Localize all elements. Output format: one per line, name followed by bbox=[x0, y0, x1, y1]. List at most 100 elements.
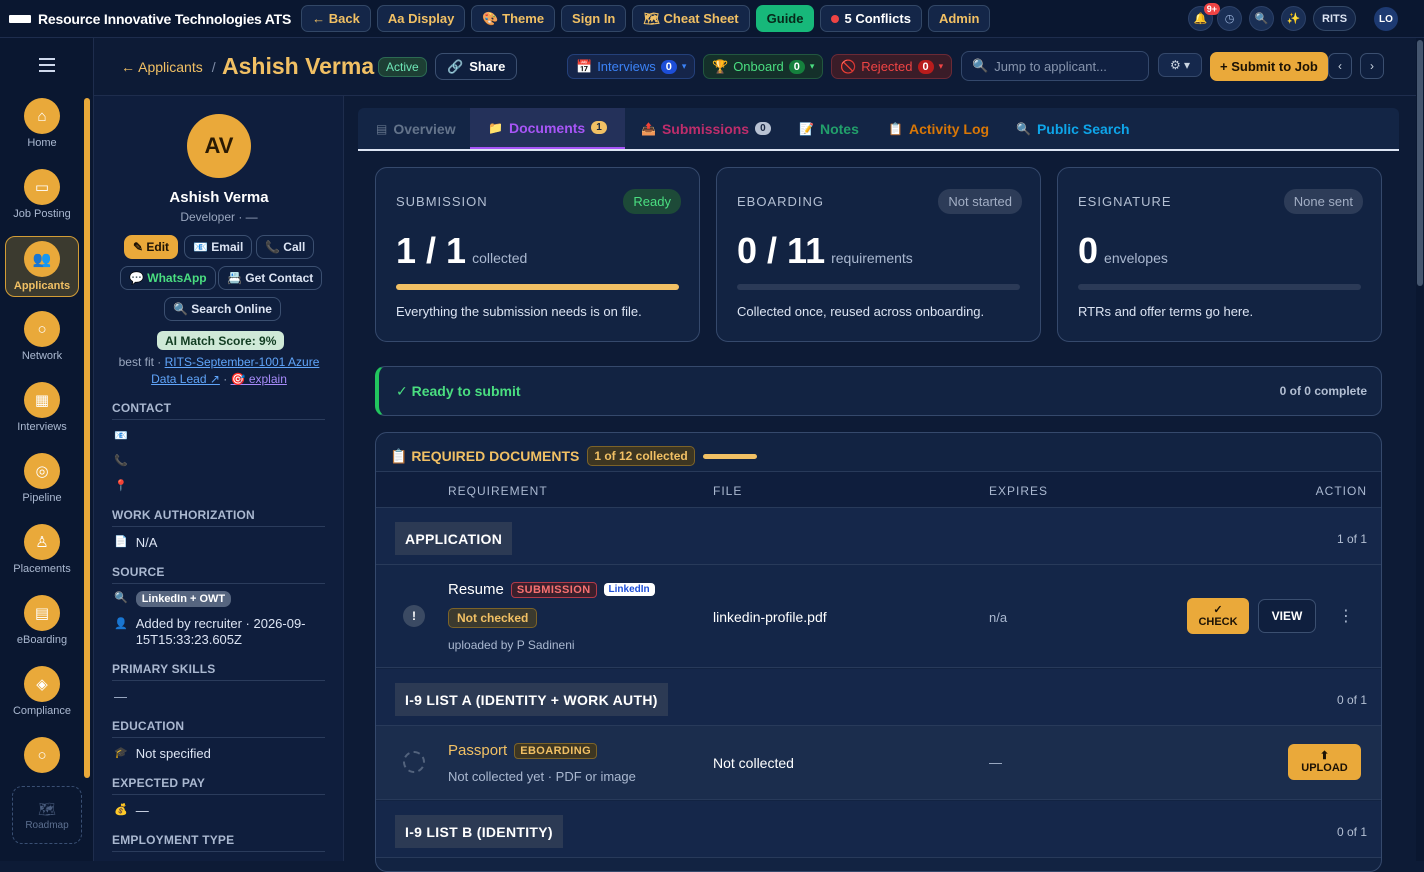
nav-item-eboarding[interactable]: ▤ eBoarding bbox=[0, 595, 84, 646]
source-tag: LinkedIn + OWT bbox=[135, 591, 232, 607]
more-options-icon[interactable]: ⋮ bbox=[1338, 606, 1354, 626]
onboard-dropdown[interactable]: 🏆 Onboard 0 ▾ bbox=[703, 54, 824, 79]
nav-item-pipeline[interactable]: ◎ Pipeline bbox=[0, 453, 84, 504]
card-progress-bar bbox=[1078, 284, 1361, 290]
org-switcher[interactable]: RITS bbox=[1313, 6, 1357, 31]
submit-to-job-button[interactable]: + Submit to Job bbox=[1210, 52, 1328, 81]
upload-button[interactable]: ⬆ UPLOAD bbox=[1288, 744, 1361, 780]
breadcrumb: ← Applicants / bbox=[121, 59, 216, 75]
hamburger-menu-icon[interactable] bbox=[39, 58, 55, 76]
back-button[interactable]: ← Back bbox=[301, 5, 371, 32]
nav-item-interviews[interactable]: ▦ Interviews bbox=[0, 382, 84, 433]
admin-button[interactable]: Admin bbox=[927, 5, 991, 32]
document-name: Passport bbox=[448, 742, 508, 759]
edit-button[interactable]: ✎ Edit bbox=[124, 235, 179, 259]
group-count: 1 of 1 bbox=[1336, 532, 1367, 546]
page-scrollbar[interactable] bbox=[1416, 38, 1424, 861]
location-pin-icon: 📍 bbox=[114, 480, 128, 492]
nav-item-network[interactable]: ○ Network bbox=[0, 311, 84, 362]
tab-icon: ▤ bbox=[376, 121, 388, 136]
search-online-button[interactable]: 🔍 Search Online bbox=[164, 297, 281, 321]
notifications-button[interactable]: 🔔 9+ bbox=[1188, 3, 1220, 31]
tab-icon: 📤 bbox=[641, 121, 656, 136]
interviews-dropdown[interactable]: 📅 Interviews 0 ▾ bbox=[567, 54, 696, 79]
table-row: Passport EBOARDING Not collected yet · PD… bbox=[376, 726, 1381, 800]
card-stat: 0 / 11 requirements bbox=[737, 230, 913, 272]
jump-to-applicant-input[interactable]: 🔍 Jump to applicant... bbox=[961, 51, 1149, 81]
onboard-label: Onboard bbox=[733, 59, 784, 74]
education-heading: EDUCATION bbox=[112, 719, 325, 738]
bell-icon: 🔔 bbox=[1193, 13, 1208, 25]
card-stat-value: 0 / 11 bbox=[737, 230, 826, 271]
guide-button[interactable]: Guide bbox=[755, 5, 815, 32]
nav-icon: ◎ bbox=[24, 453, 60, 489]
get-contact-button[interactable]: 📇 Get Contact bbox=[218, 266, 323, 290]
conflicts-button[interactable]: 5 Conflicts bbox=[820, 5, 922, 32]
nav-item-more[interactable]: ○ bbox=[0, 737, 84, 776]
roadmap-button[interactable]: 🗺 Roadmap bbox=[12, 786, 82, 844]
chevron-right-icon: › bbox=[1370, 59, 1374, 73]
nav-label: Pipeline bbox=[22, 492, 62, 504]
user-avatar[interactable]: LO bbox=[1374, 7, 1398, 31]
check-button[interactable]: ✓ CHECK bbox=[1187, 598, 1249, 634]
nav-item-home[interactable]: ⌂ Home bbox=[0, 98, 84, 149]
nav-scrollbar[interactable] bbox=[84, 98, 90, 778]
email-icon: 📧 bbox=[114, 430, 128, 442]
display-button[interactable]: Aa Display bbox=[376, 5, 466, 32]
previous-applicant-button[interactable]: ‹ bbox=[1328, 53, 1352, 79]
next-applicant-button[interactable]: › bbox=[1360, 53, 1384, 79]
email-button[interactable]: 📧 Email bbox=[184, 235, 253, 259]
sign-in-button[interactable]: Sign In bbox=[561, 5, 627, 32]
primary-skills-heading: PRIMARY SKILLS bbox=[112, 662, 325, 681]
tab-label: Overview bbox=[393, 120, 456, 137]
nav-item-placements[interactable]: ♙ Placements bbox=[0, 524, 84, 575]
search-icon[interactable]: 🔍 bbox=[1249, 6, 1274, 31]
theme-button[interactable]: 🎨 Theme bbox=[471, 5, 556, 32]
nav-item-applicants[interactable]: 👥 Applicants bbox=[0, 236, 84, 297]
summary-card-esignature: ESIGNATURE None sent 0 envelopes RTRs and… bbox=[1057, 167, 1382, 342]
nav-item-compliance[interactable]: ◈ Compliance bbox=[0, 666, 84, 717]
tab-icon: 📝 bbox=[799, 121, 814, 136]
card-title: EBOARDING bbox=[737, 194, 825, 209]
jump-placeholder: Jump to applicant... bbox=[994, 58, 1107, 74]
calendar-icon: 📅 bbox=[576, 58, 593, 74]
card-description: Everything the submission needs is on fi… bbox=[396, 304, 642, 319]
ready-to-submit-count: 0 of 0 complete bbox=[1279, 384, 1367, 398]
required-documents-title: 📋 REQUIRED DOCUMENTS bbox=[390, 447, 580, 464]
call-button[interactable]: 📞 Call bbox=[256, 235, 315, 259]
group-row-i9-list-b[interactable]: I-9 LIST B (IDENTITY) 0 of 1 bbox=[376, 801, 1381, 858]
rejected-dropdown[interactable]: 🚫 Rejected 0 ▾ bbox=[831, 54, 953, 79]
tab-notes[interactable]: 📝 Notes bbox=[781, 108, 877, 149]
share-button[interactable]: 🔗 Share bbox=[435, 53, 518, 80]
source-added-value: Added by recruiter · 2026-09-15T15:33:23… bbox=[135, 616, 306, 647]
column-header-expires: EXPIRES bbox=[989, 484, 1049, 498]
whatsapp-button[interactable]: 💬 WhatsApp bbox=[120, 266, 216, 290]
collected-progress-bar bbox=[702, 453, 757, 459]
group-count: 0 of 1 bbox=[1336, 825, 1367, 839]
file-name[interactable]: linkedin-profile.pdf bbox=[713, 609, 827, 625]
card-stat-unit: envelopes bbox=[1104, 250, 1168, 266]
column-header-requirement: REQUIREMENT bbox=[448, 484, 548, 498]
settings-dropdown[interactable]: ⚙ ▾ bbox=[1158, 53, 1202, 77]
card-title: SUBMISSION bbox=[396, 194, 488, 209]
view-button[interactable]: VIEW bbox=[1258, 599, 1316, 633]
sparkle-icon[interactable]: ✨ bbox=[1281, 6, 1306, 31]
tab-submissions[interactable]: 📤 Submissions 0 bbox=[623, 108, 789, 149]
nav-label: Network bbox=[21, 350, 63, 362]
tab-label: Activity Log bbox=[908, 120, 990, 137]
group-row-application[interactable]: APPLICATION 1 of 1 bbox=[376, 508, 1381, 565]
group-row-i9-list-a[interactable]: I-9 LIST A (IDENTITY + WORK AUTH) 0 of 1 bbox=[376, 669, 1381, 726]
card-progress-bar bbox=[737, 284, 1020, 290]
clock-icon[interactable]: ◷ bbox=[1217, 6, 1242, 31]
not-checked-badge: Not checked bbox=[448, 608, 538, 628]
expires-value: — bbox=[989, 755, 1002, 770]
tab-overview[interactable]: ▤ Overview bbox=[358, 108, 474, 149]
explain-link[interactable]: 🎯 explain bbox=[231, 372, 287, 386]
cheat-sheet-button[interactable]: 🗺 Cheat Sheet bbox=[632, 5, 750, 32]
nav-item-job-posting[interactable]: ▭ Job Posting bbox=[0, 169, 84, 220]
card-stat-unit: collected bbox=[472, 250, 528, 266]
tab-documents[interactable]: 📁 Documents 1 bbox=[470, 108, 625, 149]
breadcrumb-applicants-link[interactable]: ← Applicants bbox=[121, 59, 203, 75]
tab-activity-log[interactable]: 📋 Activity Log bbox=[870, 108, 1007, 149]
tab-public-search[interactable]: 🔍 Public Search bbox=[998, 108, 1148, 149]
